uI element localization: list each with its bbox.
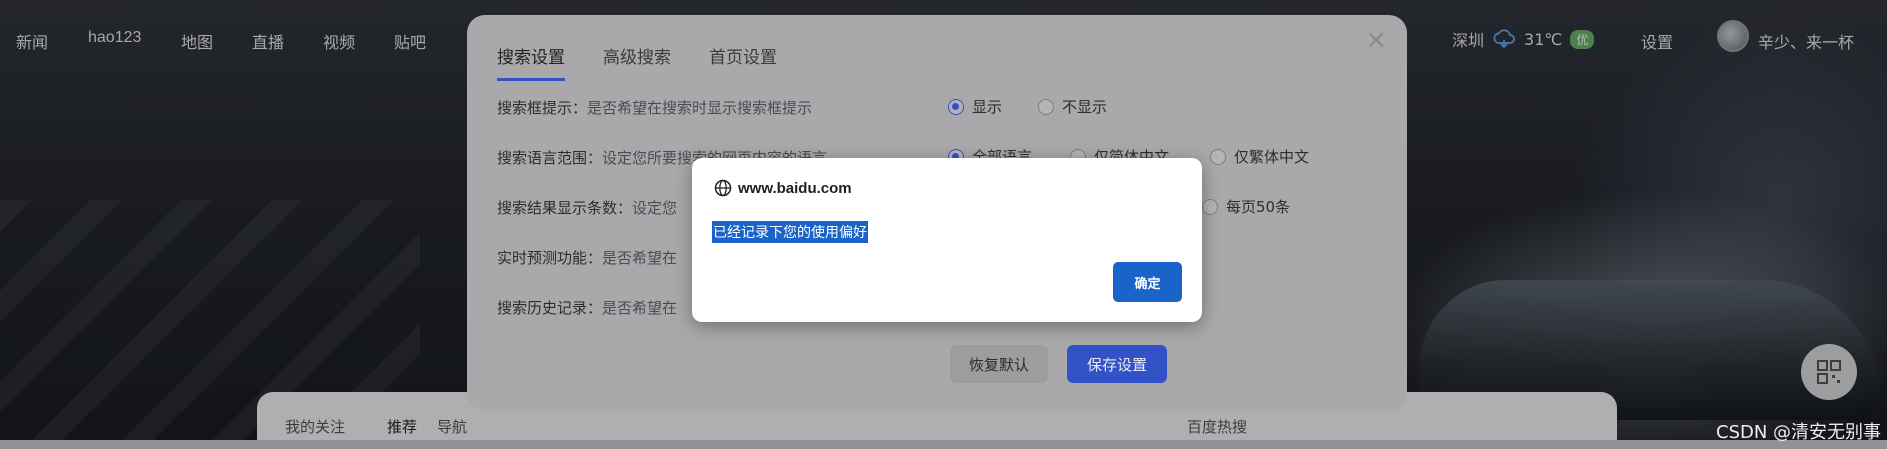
setting-label: 实时预测功能： [497,249,603,267]
alert-origin: www.baidu.com [714,179,852,197]
setting-label: 搜索框提示： [497,99,588,117]
settings-tabbar: 搜索设置 高级搜索 首页设置 [497,43,777,81]
watermark: CSDN @清安无别事 [1716,422,1882,443]
tab-advanced-search[interactable]: 高级搜索 [603,43,671,81]
setting-label: 搜索历史记录： [497,299,603,317]
radio-suggest-show[interactable]: 显示 [948,96,1002,117]
ok-button[interactable]: 确定 [1113,262,1182,302]
setting-row-suggest: 搜索框提示：是否希望在搜索时显示搜索框提示 [497,97,812,118]
setting-row-prediction: 实时预测功能：是否希望在 [497,247,677,268]
tab-homepage-settings[interactable]: 首页设置 [709,43,777,81]
setting-desc: 设定您 [632,199,678,217]
radio-checked-icon [948,98,964,115]
save-settings-button[interactable]: 保存设置 [1067,345,1167,383]
radio-unchecked-icon [1202,198,1218,215]
setting-label: 搜索结果显示条数： [497,199,633,217]
option-label: 每页50条 [1226,198,1291,216]
setting-desc: 是否希望在 [602,299,678,317]
radio-suggest-hide[interactable]: 不显示 [1038,96,1107,117]
browser-alert-dialog: www.baidu.com 已经记录下您的使用偏好 确定 [692,158,1202,322]
alert-origin-text: www.baidu.com [738,179,852,197]
restore-defaults-button[interactable]: 恢复默认 [950,345,1048,383]
radio-language-traditional[interactable]: 仅繁体中文 [1210,146,1309,167]
setting-label: 搜索语言范围： [497,149,603,167]
setting-row-history: 搜索历史记录：是否希望在 [497,297,677,318]
tab-search-settings[interactable]: 搜索设置 [497,43,565,81]
globe-icon [714,179,732,197]
setting-desc: 是否希望在搜索时显示搜索框提示 [587,99,813,117]
close-icon[interactable]: × [1365,25,1387,55]
setting-desc: 是否希望在 [602,249,678,267]
radio-unchecked-icon [1210,148,1226,165]
setting-row-results-count: 搜索结果显示条数：设定您 [497,197,677,218]
alert-message: 已经记录下您的使用偏好 [712,221,868,243]
option-label: 不显示 [1062,98,1108,116]
radio-results-50[interactable]: 每页50条 [1202,196,1290,217]
option-label: 显示 [972,98,1003,116]
option-label: 仅繁体中文 [1234,148,1310,166]
radio-unchecked-icon [1038,98,1054,115]
